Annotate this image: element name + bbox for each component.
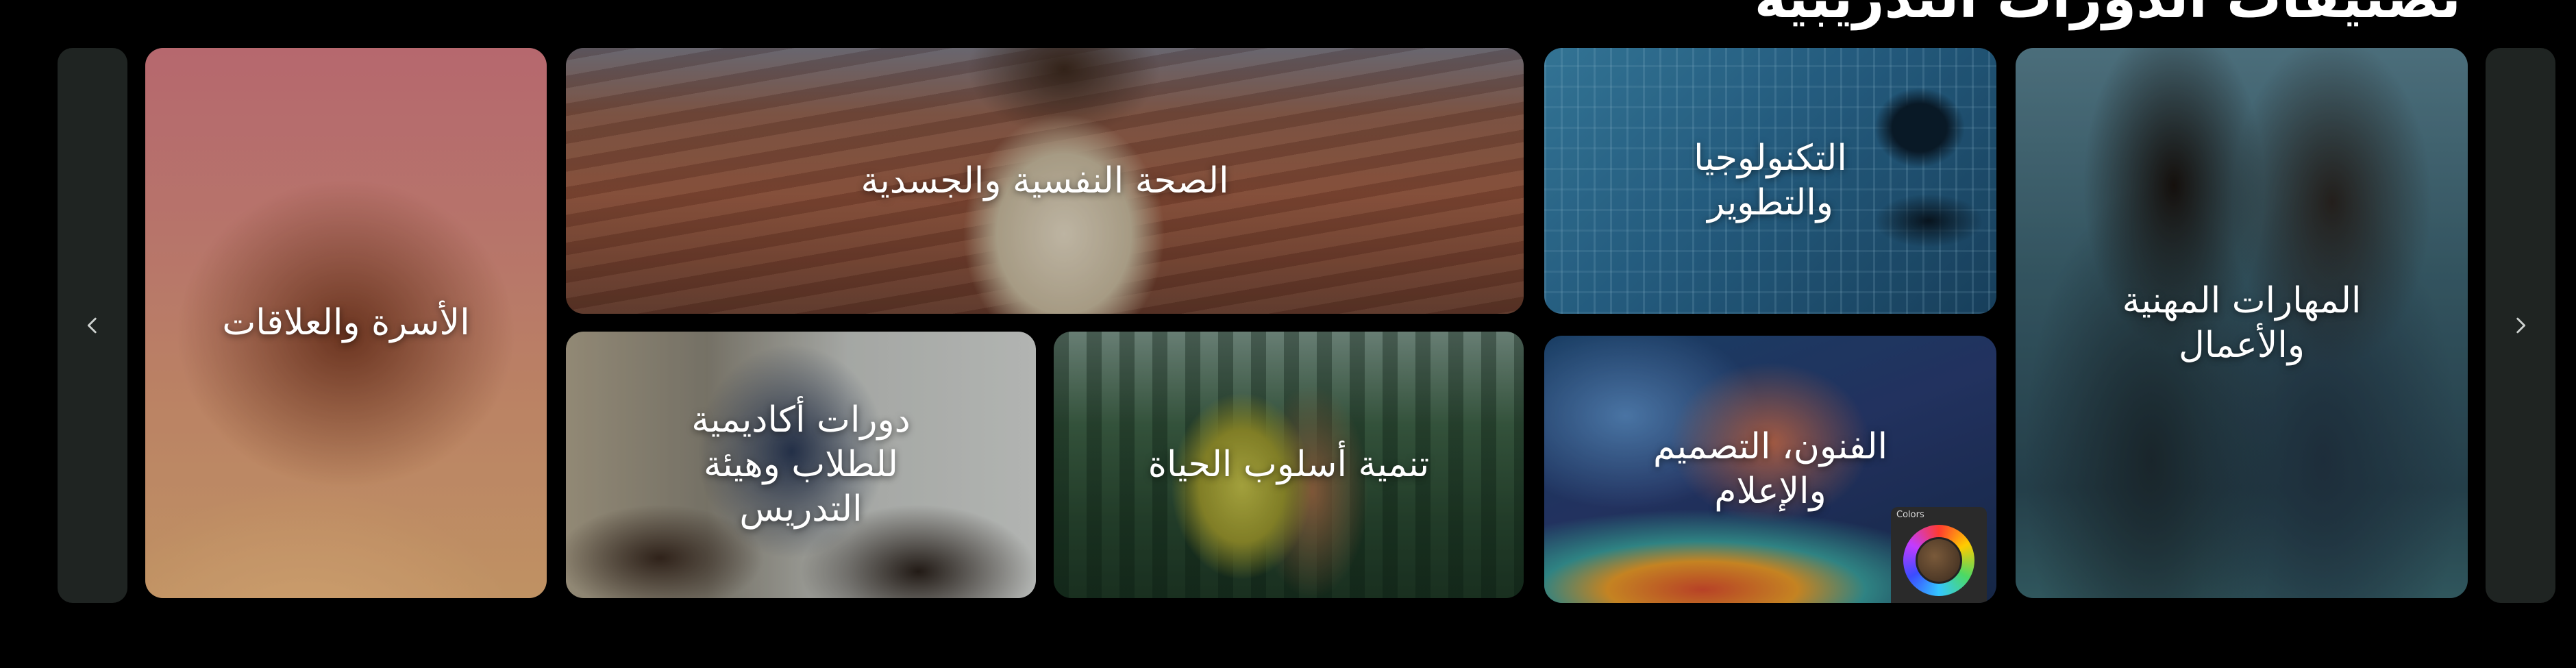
category-card-health[interactable]: الصحة النفسية والجسدية — [566, 48, 1524, 314]
category-label: الصحة النفسية والجسدية — [860, 160, 1229, 201]
category-label: التكنولوجيا والتطوير — [1694, 138, 1847, 223]
category-label: الفنون، التصميم والإعلام — [1652, 426, 1888, 512]
category-card-business[interactable]: المهارات المهنية والأعمال — [2016, 48, 2468, 598]
category-label: المهارات المهنية والأعمال — [2122, 280, 2362, 366]
section-title: تصنيفات الدورات التدريبية — [1755, 0, 2461, 32]
category-label: دورات أكاديمية للطلاب وهيئة التدريس — [691, 399, 911, 530]
category-label: تنمية أسلوب الحياة — [1148, 444, 1430, 485]
carousel-next-button[interactable] — [2486, 48, 2555, 603]
categories-section: تصنيفات الدورات التدريبية الأسرة والعلاق… — [0, 0, 2576, 668]
category-card-academic[interactable]: دورات أكاديمية للطلاب وهيئة التدريس — [566, 332, 1036, 598]
category-card-lifestyle[interactable]: تنمية أسلوب الحياة — [1054, 332, 1524, 598]
category-card-family[interactable]: الأسرة والعلاقات — [145, 48, 547, 598]
category-card-tech[interactable]: التكنولوجيا والتطوير — [1544, 48, 1996, 314]
chevron-right-icon — [2516, 317, 2526, 334]
carousel-prev-button[interactable] — [58, 48, 127, 603]
category-card-arts[interactable]: Colors الفنون، التصميم والإعلام — [1544, 336, 1996, 603]
chevron-left-icon — [87, 317, 97, 334]
category-label: الأسرة والعلاقات — [222, 302, 470, 343]
